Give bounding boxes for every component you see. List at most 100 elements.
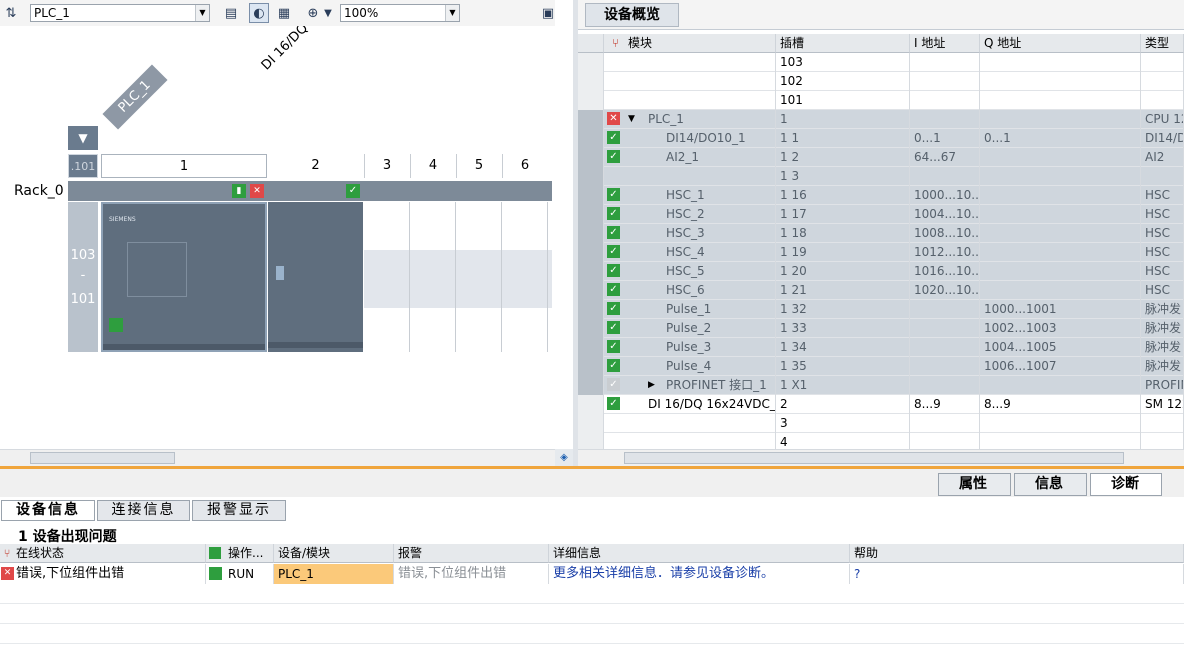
zoom-select[interactable]: 100% ▼ (340, 4, 460, 22)
overview-row[interactable]: ✓ HSC_6 1 21 1020...10... HSC (578, 281, 1184, 300)
row-gutter (578, 338, 604, 357)
chevron-down-icon: ▼ (195, 5, 209, 21)
overview-row[interactable]: 101 (578, 91, 1184, 110)
device-view-canvas[interactable]: PLC_1 DI 16/DQ 16x2... ▼ .101 1 2 3 4 5 … (0, 26, 555, 449)
overview-row[interactable]: ✓ AI2_1 1 2 64...67 AI2 (578, 148, 1184, 167)
diag-device[interactable]: PLC_1 (274, 564, 394, 584)
overview-row[interactable]: ✓DI 16/DQ 16x24VDC_128...98...9SM 122 (578, 395, 1184, 414)
diag-online-status: 错误,下位组件出错 (0, 564, 206, 584)
cell-module[interactable]: Pulse_3 (624, 338, 776, 357)
plc-module[interactable]: SIEMENS (101, 202, 267, 352)
col-header-q-address[interactable]: Q 地址 (980, 34, 1141, 53)
col-header-device[interactable]: 设备/模块 (274, 544, 394, 563)
diag-detail-link[interactable]: 更多相关详细信息．请参见设备诊断。 (549, 564, 850, 584)
cell-module[interactable]: HSC_1 (624, 186, 776, 205)
cell-module[interactable] (624, 433, 776, 449)
rack-view-icon[interactable]: ▤ (221, 3, 241, 23)
overview-hscroll-thumb[interactable] (624, 452, 1124, 464)
col-header-i-address[interactable]: I 地址 (910, 34, 980, 53)
cell-module[interactable]: PLC_1 (624, 110, 776, 129)
cell-module[interactable]: DI 16/DQ 16x24VDC_1 (624, 395, 776, 414)
cell-type (1141, 53, 1184, 72)
cell-module[interactable] (624, 167, 776, 186)
overview-row[interactable]: ✓ HSC_4 1 19 1012...10... HSC (578, 243, 1184, 262)
tab-properties[interactable]: 属性 (938, 473, 1011, 496)
overview-row[interactable]: ✓ HSC_1 1 16 1000...10... HSC (578, 186, 1184, 205)
row-gutter (578, 72, 604, 91)
diag-help-link[interactable]: ? (850, 564, 1184, 584)
subtab-connection-info[interactable]: 连接信息 (97, 500, 190, 521)
cell-module[interactable]: HSC_5 (624, 262, 776, 281)
cell-module[interactable] (624, 414, 776, 433)
rack-collapse-button[interactable]: ▼ (68, 126, 98, 150)
diag-summary: 1 设备出现问题 (18, 529, 117, 545)
grid-icon[interactable]: ▦ (274, 3, 294, 23)
col-header-type[interactable]: 类型 (1141, 34, 1184, 53)
overview-row[interactable]: 4 (578, 433, 1184, 449)
cell-module[interactable]: AI2_1 (624, 148, 776, 167)
overview-row[interactable]: ✓ Pulse_2 1 33 1002...1003 脉冲发 (578, 319, 1184, 338)
overview-row[interactable]: ✓ HSC_5 1 20 1016...10... HSC (578, 262, 1184, 281)
cell-module[interactable] (624, 72, 776, 91)
col-header-detail[interactable]: 详细信息 (549, 544, 850, 563)
cell-module[interactable]: Pulse_2 (624, 319, 776, 338)
overview-row[interactable]: 103 (578, 53, 1184, 72)
col-header-slot[interactable]: 插槽 (776, 34, 910, 53)
cell-i (910, 376, 980, 395)
overview-row[interactable]: ✓ Pulse_4 1 35 1006...1007 脉冲发 (578, 357, 1184, 376)
cell-module[interactable]: HSC_4 (624, 243, 776, 262)
col-header-module[interactable]: 模块 (624, 34, 776, 53)
cell-module[interactable]: HSC_2 (624, 205, 776, 224)
cell-module[interactable] (624, 53, 776, 72)
ok-status-icon: ✓ (607, 321, 620, 334)
overview-hscroll[interactable] (578, 449, 1184, 466)
cell-module[interactable]: HSC_3 (624, 224, 776, 243)
cell-module[interactable]: Pulse_4 (624, 357, 776, 376)
canvas-hscroll[interactable] (0, 449, 555, 466)
overview-row[interactable]: 3 (578, 414, 1184, 433)
overview-toggle-icon[interactable]: ▣ (538, 3, 558, 23)
cell-module[interactable]: Pulse_1 (624, 300, 776, 319)
overview-row[interactable]: 1 3 (578, 167, 1184, 186)
cell-type: HSC (1141, 186, 1184, 205)
col-header-help[interactable]: 帮助 (850, 544, 1184, 563)
cell-i (910, 91, 980, 110)
overview-row[interactable]: ✓ Pulse_1 1 32 1000...1001 脉冲发 (578, 300, 1184, 319)
cell-module[interactable] (624, 91, 776, 110)
overview-row[interactable]: ✕ PLC_11 CPU 12 ▼ (578, 110, 1184, 129)
tab-diagnostics[interactable]: 诊断 (1090, 473, 1162, 496)
row-gutter (578, 167, 604, 186)
cell-module[interactable]: DI14/DO10_1 (624, 129, 776, 148)
subtab-alarm-display[interactable]: 报警显示 (192, 500, 286, 521)
ok-status-icon: ✓ (607, 150, 620, 163)
overview-row[interactable]: ✓ PROFINET 接口_11 X1 PROFIN ▶ (578, 376, 1184, 395)
overview-row[interactable]: ✓ Pulse_3 1 34 1004...1005 脉冲发 (578, 338, 1184, 357)
navigator-icon[interactable]: ◈ (555, 449, 573, 466)
di-dq-module[interactable] (268, 202, 363, 352)
overview-row[interactable]: ✓ DI14/DO10_1 1 1 0...1 0...1 DI14/D (578, 129, 1184, 148)
canvas-hscroll-thumb[interactable] (30, 452, 175, 464)
cell-i: 1004...10... (910, 205, 980, 224)
overview-row[interactable]: ✓ HSC_3 1 18 1008...10... HSC (578, 224, 1184, 243)
col-header-alarm[interactable]: 报警 (394, 544, 549, 563)
network-view-icon[interactable]: ⇅ (1, 3, 21, 23)
col-header-online-status[interactable]: 在线状态 (0, 544, 206, 563)
row-gutter (578, 300, 604, 319)
device-select[interactable]: PLC_1 ▼ (30, 4, 210, 22)
overview-row[interactable]: 102 (578, 72, 1184, 91)
cell-type: HSC (1141, 224, 1184, 243)
row-gutter (578, 262, 604, 281)
overview-row[interactable]: ✓ HSC_2 1 17 1004...10... HSC (578, 205, 1184, 224)
cell-q (980, 53, 1141, 72)
show-module-labels-icon[interactable]: ◐ (249, 3, 269, 23)
cell-module[interactable]: PROFINET 接口_1 (624, 376, 776, 395)
cell-module[interactable]: HSC_6 (624, 281, 776, 300)
tab-device-overview[interactable]: 设备概览 (585, 3, 679, 27)
subtab-device-info[interactable]: 设备信息 (1, 500, 95, 521)
cell-type (1141, 167, 1184, 186)
zoom-dropdown-icon[interactable]: ▼ (318, 3, 338, 23)
tab-info[interactable]: 信息 (1014, 473, 1087, 496)
slot-header-101: .101 (68, 154, 98, 178)
chevron-down-icon[interactable]: ▼ (628, 110, 635, 129)
chevron-right-icon[interactable]: ▶ (648, 376, 655, 395)
